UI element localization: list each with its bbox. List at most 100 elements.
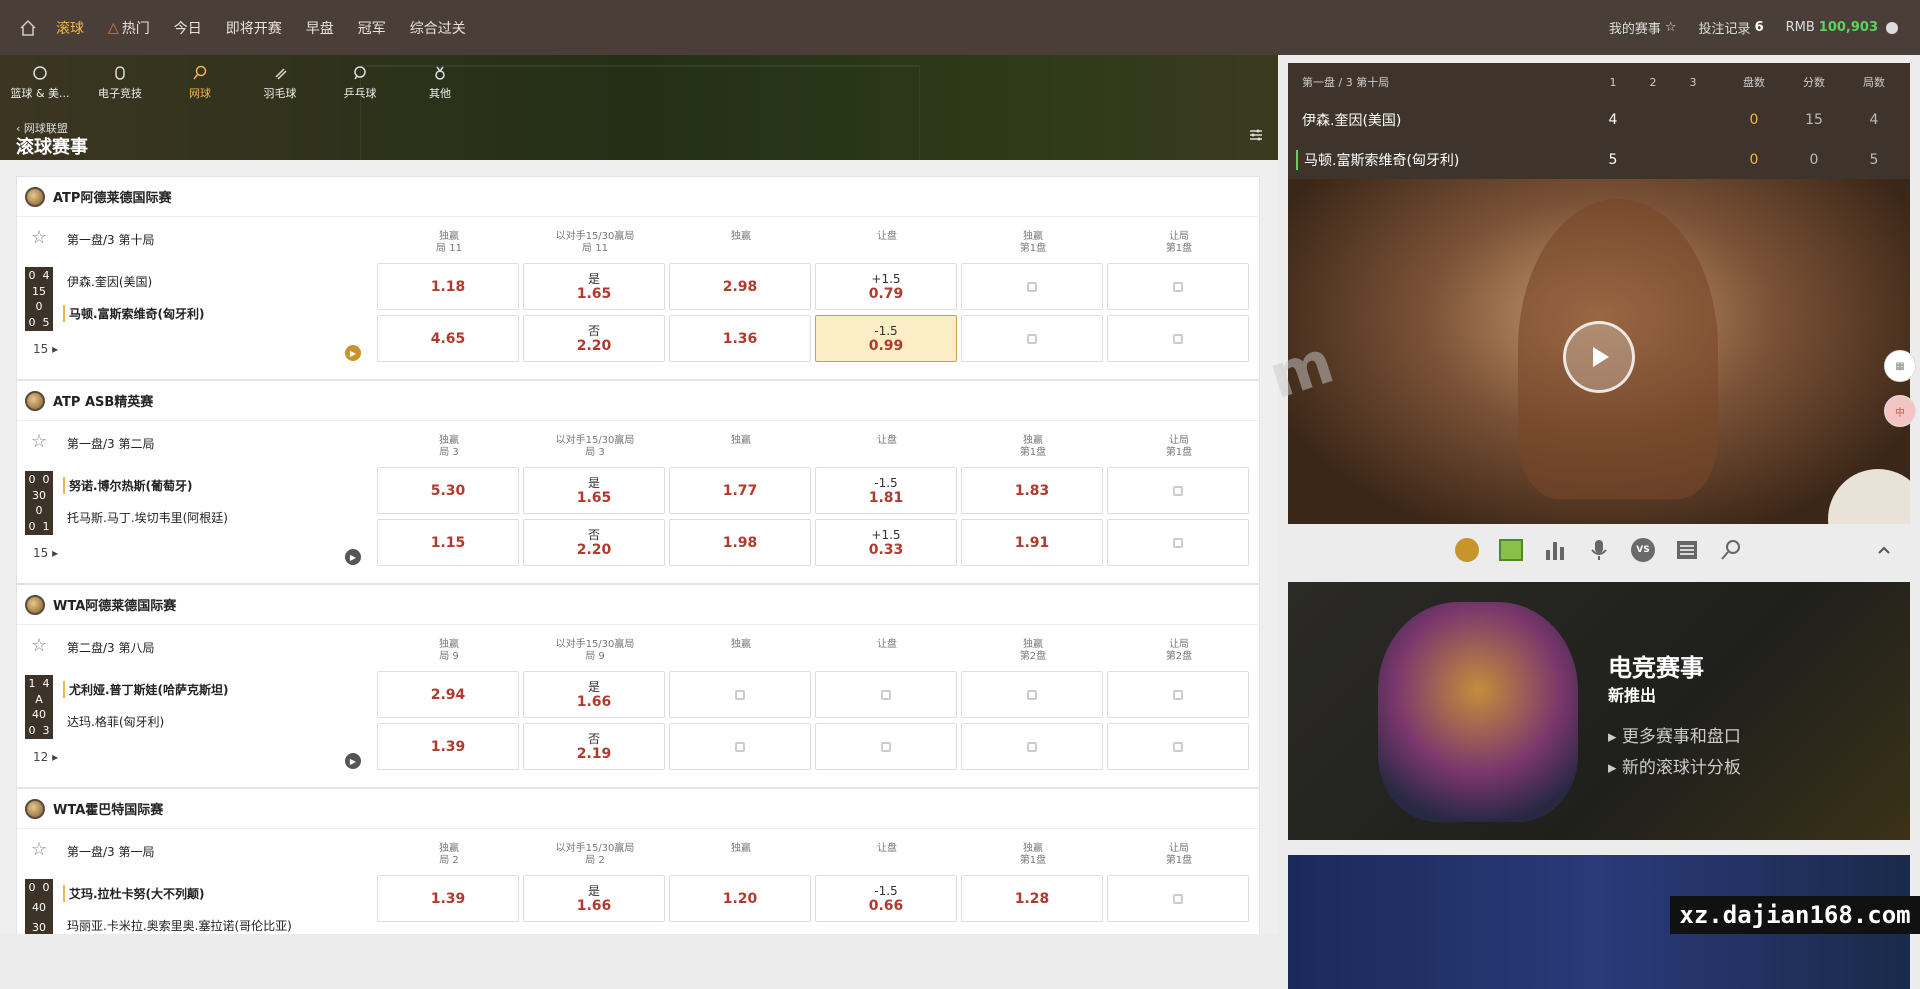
odds-cell[interactable]: 1.77: [669, 467, 811, 514]
play-button[interactable]: [1563, 321, 1635, 393]
odds-cell[interactable]: 1.39: [377, 723, 519, 770]
odds-handicap: 是: [587, 475, 600, 490]
odds-cell[interactable]: 1.28: [961, 875, 1103, 922]
chevron-up-icon[interactable]: [1876, 542, 1892, 558]
nav-early[interactable]: 早盘: [306, 18, 334, 38]
lock-icon: [881, 741, 891, 752]
more-markets-link[interactable]: 15 ▸: [33, 342, 58, 356]
court-icon[interactable]: [1499, 539, 1523, 561]
scoreboard-header: 第一盘 / 3 第十局 1 2 3 盘数 分数 局数: [1288, 63, 1910, 101]
odds-cell[interactable]: 是 1.65: [523, 263, 665, 310]
odds-cell[interactable]: [1107, 671, 1249, 718]
odds-cell[interactable]: 是 1.66: [523, 671, 665, 718]
odds-cell[interactable]: 否 2.20: [523, 519, 665, 566]
filter-icon[interactable]: [1248, 127, 1264, 143]
odds-cell[interactable]: 2.98: [669, 263, 811, 310]
odds-cell[interactable]: [669, 671, 811, 718]
favorite-star-icon[interactable]: ☆: [31, 635, 47, 656]
odds-cell[interactable]: 1.39: [377, 875, 519, 922]
favorite-star-icon[interactable]: ☆: [31, 431, 47, 452]
user-icon[interactable]: [1886, 21, 1898, 34]
play-video-icon[interactable]: ▶: [345, 345, 361, 361]
odds-cell[interactable]: [1107, 519, 1249, 566]
odds-cell[interactable]: 1.91: [961, 519, 1103, 566]
odds-cell[interactable]: [961, 723, 1103, 770]
qr-code-icon[interactable]: ▦: [1884, 350, 1916, 382]
odds-cell[interactable]: [961, 263, 1103, 310]
league-header[interactable]: WTA阿德莱德国际赛: [17, 585, 1259, 625]
nav-champion[interactable]: 冠军: [358, 18, 386, 38]
nav-upcoming[interactable]: 即将开赛: [226, 18, 282, 38]
vs-icon[interactable]: VS: [1631, 538, 1655, 562]
nav-today[interactable]: 今日: [174, 18, 202, 38]
page-title: 滚球赛事: [16, 137, 88, 158]
league-header[interactable]: ATP阿德莱德国际赛: [17, 177, 1259, 217]
odds-cell[interactable]: [1107, 263, 1249, 310]
scoreboard-icon[interactable]: [1675, 538, 1699, 562]
odds-cell[interactable]: 1.15: [377, 519, 519, 566]
odds-cell[interactable]: 否 2.20: [523, 315, 665, 362]
play-video-icon[interactable]: ▶: [345, 549, 361, 565]
balance[interactable]: RMB 100,903: [1786, 20, 1898, 35]
sport-tab-esports[interactable]: 电子竞技: [80, 65, 160, 101]
odds-cell[interactable]: 1.20: [669, 875, 811, 922]
column-header: 独赢: [669, 231, 813, 243]
home-icon[interactable]: [0, 0, 56, 55]
favorite-star-icon[interactable]: ☆: [31, 839, 47, 860]
odds-cell[interactable]: 1.36: [669, 315, 811, 362]
odds-cell[interactable]: 4.65: [377, 315, 519, 362]
odds-cell[interactable]: +1.5 0.79: [815, 263, 957, 310]
column-subtitle: 局 2: [439, 855, 459, 866]
live-video-icon[interactable]: [1455, 538, 1479, 562]
nav-hot[interactable]: △ 热门: [108, 18, 150, 38]
odds-cell[interactable]: 5.30: [377, 467, 519, 514]
stats-icon[interactable]: [1543, 538, 1567, 562]
league-header[interactable]: WTA霍巴特国际赛: [17, 789, 1259, 829]
odds-cell[interactable]: 是 1.66: [523, 875, 665, 922]
odds-cell[interactable]: -1.5 1.81: [815, 467, 957, 514]
language-icon[interactable]: 中: [1884, 395, 1916, 427]
odds-cell[interactable]: [961, 671, 1103, 718]
odds-handicap: 否: [587, 731, 600, 746]
sport-tab-other[interactable]: 其他: [400, 65, 480, 101]
odds-cell[interactable]: [815, 671, 957, 718]
odds-cell[interactable]: 1.18: [377, 263, 519, 310]
nav-inplay[interactable]: 滚球: [56, 18, 84, 38]
sport-tab-tabletennis[interactable]: 乒乓球: [320, 65, 400, 101]
odds-cell[interactable]: [1107, 875, 1249, 922]
odds-cell[interactable]: 1.98: [669, 519, 811, 566]
play-video-icon[interactable]: ▶: [345, 753, 361, 769]
odds-cell[interactable]: [669, 723, 811, 770]
favorite-star-icon[interactable]: ☆: [31, 227, 47, 248]
sport-tab-tennis[interactable]: 网球: [160, 65, 240, 101]
esports-promo-banner[interactable]: 电竞赛事 新推出 ▸ 更多赛事和盘口 ▸ 新的滚球计分板: [1288, 582, 1910, 840]
nav-parlay[interactable]: 综合过关: [410, 18, 466, 38]
odds-cell[interactable]: [1107, 315, 1249, 362]
sport-tab-badminton[interactable]: 羽毛球: [240, 65, 320, 101]
odds-value: 5.30: [430, 482, 466, 499]
league-header[interactable]: ATP ASB精英赛: [17, 381, 1259, 421]
more-markets-link[interactable]: 12 ▸: [33, 750, 58, 764]
odds-cell[interactable]: 2.94: [377, 671, 519, 718]
lock-icon: [735, 741, 745, 752]
odds-cell[interactable]: [961, 315, 1103, 362]
video-player[interactable]: [1288, 179, 1910, 524]
odds-cell[interactable]: +1.5 0.33: [815, 519, 957, 566]
my-events-link[interactable]: 我的赛事 ☆: [1609, 18, 1677, 37]
odds-cell[interactable]: [1107, 723, 1249, 770]
more-markets-link[interactable]: 15 ▸: [33, 546, 58, 560]
tennis-animation-icon[interactable]: [1719, 538, 1743, 562]
bet-record-link[interactable]: 投注记录 6: [1699, 18, 1764, 37]
nav-label: 冠军: [357, 20, 386, 37]
odds-cell[interactable]: [1107, 467, 1249, 514]
score-sets-2: 0: [28, 315, 36, 329]
odds-cell[interactable]: 是 1.65: [523, 467, 665, 514]
microphone-icon[interactable]: [1587, 538, 1611, 562]
odds-cell[interactable]: 否 2.19: [523, 723, 665, 770]
odds-value: 0.33: [868, 541, 904, 558]
odds-cell[interactable]: -1.5 0.99: [815, 315, 957, 362]
odds-cell[interactable]: 1.83: [961, 467, 1103, 514]
odds-cell[interactable]: -1.5 0.66: [815, 875, 957, 922]
sport-tab-basketball[interactable]: 篮球 & 美...: [0, 65, 80, 101]
odds-cell[interactable]: [815, 723, 957, 770]
